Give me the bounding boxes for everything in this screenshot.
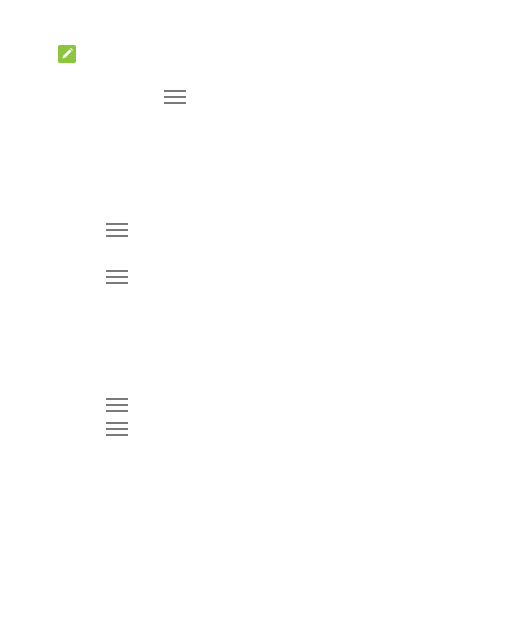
menu-icon bbox=[106, 222, 128, 238]
menu-icon bbox=[106, 397, 128, 413]
menu-icon bbox=[106, 421, 128, 437]
pencil-note-icon bbox=[58, 45, 76, 63]
menu-icon bbox=[106, 269, 128, 285]
document-page bbox=[0, 0, 510, 624]
menu-icon bbox=[164, 89, 186, 105]
